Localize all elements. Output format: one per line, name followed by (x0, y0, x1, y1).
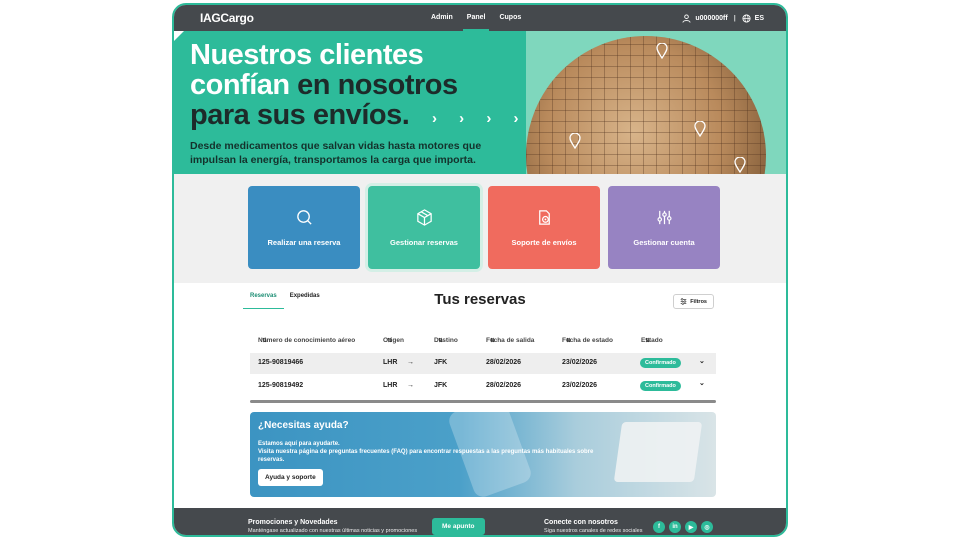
destination: JFK (434, 359, 448, 366)
nav-link-panel[interactable]: Panel (460, 5, 493, 31)
status-badge: Confirmado (640, 358, 681, 368)
tile-label: Realizar una reserva (267, 238, 341, 247)
footer: Promociones y Novedades Manténgase actua… (174, 508, 786, 535)
promotions-section: Promociones y Novedades Manténgase actua… (248, 519, 417, 534)
hero-title: Nuestros clientes confían en nosotros pa… (190, 40, 458, 130)
reservations-tabs: Reservas Expedidas (243, 293, 320, 309)
globe-icon[interactable] (742, 13, 751, 23)
location-pin-icon (694, 121, 706, 137)
nav-link-admin[interactable]: Admin (424, 5, 460, 31)
hero-title-word: confían (190, 69, 290, 101)
help-banner: ¿Necesitas ayuda? Estamos aquí para ayud… (250, 412, 716, 497)
departure-date: 28/02/2026 (486, 359, 522, 366)
instagram-icon[interactable]: ◎ (701, 521, 713, 533)
horizontal-scrollbar[interactable] (250, 400, 716, 403)
hero-corner-accent (174, 31, 184, 41)
status-date: 23/02/2026 (562, 359, 598, 366)
youtube-icon[interactable]: ▶ (685, 521, 697, 533)
tile-label: Gestionar reservas (390, 238, 458, 247)
help-text: Estamos aquí para ayudarte. Visita nuest… (258, 440, 598, 464)
hero-subtitle: Desde medicamentos que salvan vidas hast… (190, 140, 482, 166)
manage-account-tile[interactable]: Gestionar cuenta (608, 186, 720, 269)
divider: | (733, 14, 736, 22)
connect-subtitle: Siga nuestros canales de redes sociales (544, 528, 643, 534)
sort-icon[interactable]: ⇅ (262, 337, 267, 343)
linkedin-icon[interactable]: in (669, 521, 681, 533)
browser-frame: IAGCargo Admin Panel Cupos u000000ff | E… (172, 3, 788, 537)
filters-label: Filtros (690, 298, 707, 305)
location-pin-icon (569, 133, 581, 149)
box-icon (416, 209, 432, 226)
search-icon (296, 210, 312, 225)
chevron-down-icon[interactable]: ⌄ (699, 379, 705, 387)
social-links: f in ▶ ◎ (653, 521, 713, 533)
help-support-button[interactable]: Ayuda y soporte (258, 469, 323, 486)
hero-title-emphasis: en nosotros (289, 69, 458, 101)
sort-icon[interactable]: ⇅ (438, 337, 443, 343)
table-header: Número de conocimiento aéreo ⇅ Origen ⇅ De… (250, 329, 716, 345)
arrow-right-icon: → (407, 359, 414, 366)
destination: JFK (434, 382, 448, 389)
filters-button[interactable]: Filtros (673, 294, 714, 309)
help-line1: Estamos aquí para ayudarte. (258, 441, 340, 447)
support-icon (538, 210, 550, 225)
table-row[interactable]: 125-90819492 LHR → JFK 28/02/2026 23/02/… (250, 376, 716, 397)
user-icon[interactable] (682, 13, 691, 23)
connect-section: Conecte con nosotros Siga nuestros canal… (544, 519, 642, 534)
manage-bookings-tile[interactable]: Gestionar reservas (368, 186, 480, 269)
hero-banner: Nuestros clientes confían en nosotros pa… (174, 31, 786, 174)
hero-title-line3: para sus envíos. (190, 99, 410, 131)
awb-number: 125-90819492 (258, 382, 304, 389)
iag-cargo-logo[interactable]: IAGCargo (200, 11, 254, 25)
sort-icon[interactable]: ⇅ (566, 337, 571, 343)
tile-label: Soporte de envíos (511, 238, 577, 247)
status-date: 23/02/2026 (562, 382, 598, 389)
departure-date: 28/02/2026 (486, 382, 522, 389)
origin: LHR (383, 382, 398, 389)
tab-reservas[interactable]: Reservas (243, 293, 284, 309)
user-area: u000000ff | ES (682, 5, 764, 31)
language-selector[interactable]: ES (755, 15, 764, 22)
origin: LHR (383, 359, 398, 366)
location-pin-icon (734, 157, 746, 173)
chevron-down-icon[interactable]: ⌄ (699, 357, 705, 365)
subscribe-button[interactable]: Me apunto (432, 518, 485, 535)
help-line2: Visita nuestra página de preguntas frecu… (258, 449, 594, 463)
sort-icon[interactable]: ⇅ (490, 337, 495, 343)
username[interactable]: u000000ff (695, 15, 727, 22)
help-title: ¿Necesitas ayuda? (258, 420, 349, 431)
table-row[interactable]: 125-90819466 LHR → JFK 28/02/2026 23/02/… (250, 353, 716, 374)
connect-title: Conecte con nosotros (544, 519, 618, 526)
sort-icon[interactable]: ⇅ (387, 337, 392, 343)
hero-title-line2: confían en nosotros (190, 70, 458, 100)
promotions-subtitle: Manténgase actualizado con nuestras últi… (248, 528, 418, 534)
quick-action-tiles: Realizar una reserva Gestionar reservas … (248, 186, 720, 269)
chevron-arrows-icon: › › › › (432, 110, 528, 127)
sliders-icon (656, 210, 672, 225)
tile-label: Gestionar cuenta (633, 238, 695, 247)
shipping-support-tile[interactable]: Soporte de envíos (488, 186, 600, 269)
tab-expedidas[interactable]: Expedidas (290, 293, 320, 309)
facebook-icon[interactable]: f (653, 521, 665, 533)
status-badge: Confirmado (640, 381, 681, 391)
laptop-image (613, 422, 703, 482)
nav-links: Admin Panel Cupos (424, 5, 528, 31)
top-navigation: IAGCargo Admin Panel Cupos u000000ff | E… (174, 5, 786, 31)
column-label: Número de conocimiento aéreo (258, 337, 356, 344)
filter-icon (680, 298, 687, 305)
make-booking-tile[interactable]: Realizar una reserva (248, 186, 360, 269)
promotions-title: Promociones y Novedades (248, 519, 338, 526)
nav-link-cupos[interactable]: Cupos (492, 5, 528, 31)
location-pin-icon (656, 43, 668, 59)
hero-title-line1: Nuestros clientes (190, 39, 424, 71)
arrow-right-icon: → (407, 382, 414, 389)
sort-icon[interactable]: ⇅ (645, 337, 650, 343)
awb-number: 125-90819466 (258, 359, 304, 366)
